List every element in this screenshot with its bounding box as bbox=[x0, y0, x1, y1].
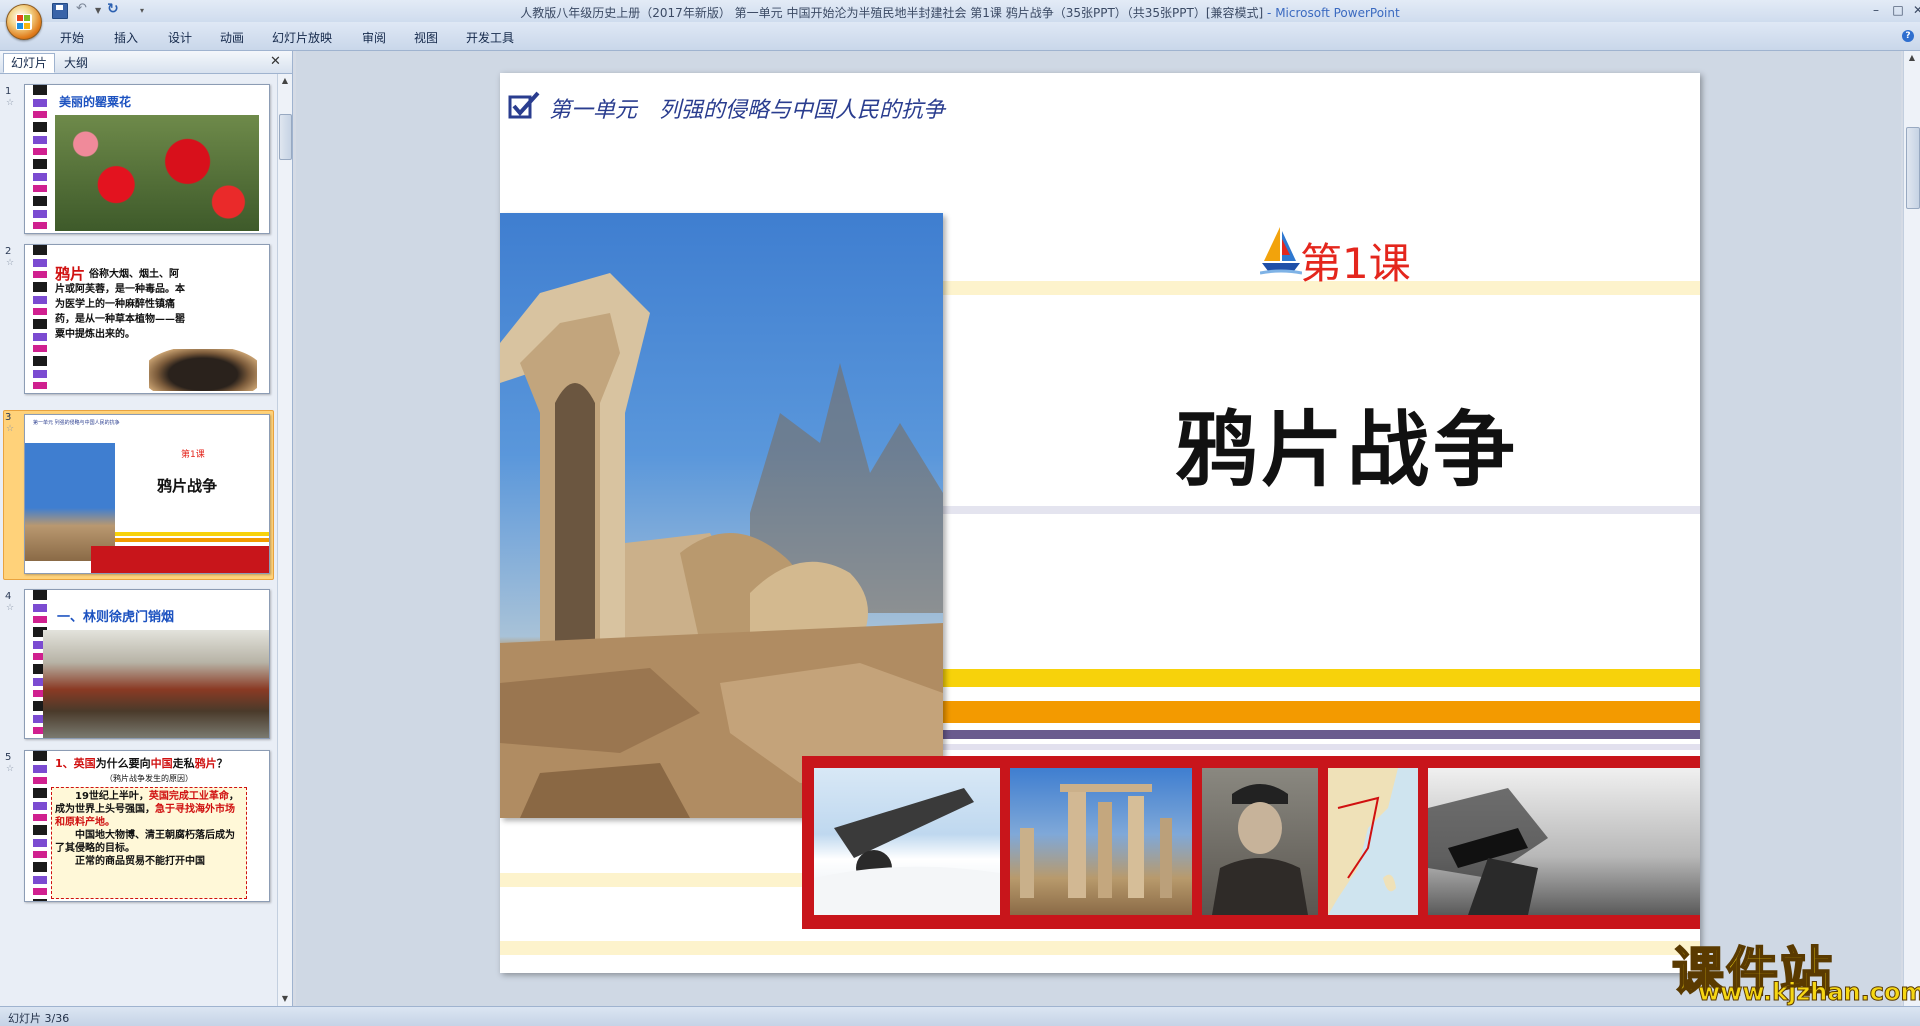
strip-photo-battle bbox=[1428, 768, 1700, 915]
battle-illustration bbox=[1428, 788, 1548, 915]
thumbnail-frame[interactable]: 美丽的罂粟花 bbox=[24, 84, 270, 234]
slides-panel: 幻灯片 大纲 ✕ 1 ☆ 美丽的罂粟花 2 ☆ 鸦片 俗称大烟、烟土、阿片或阿芙… bbox=[0, 51, 293, 1006]
panel-scrollbar[interactable]: ▲ ▼ bbox=[277, 74, 292, 1006]
slide-number: 1 bbox=[5, 86, 12, 97]
tab-slideshow[interactable]: 幻灯片放映 bbox=[272, 29, 332, 46]
tab-outline[interactable]: 大纲 bbox=[56, 53, 96, 73]
thumbnail-title: 美丽的罂粟花 bbox=[59, 95, 132, 109]
transition-star-icon: ☆ bbox=[6, 258, 15, 268]
minimize-button[interactable]: – bbox=[1864, 0, 1888, 20]
thumbnail-body: 俗称大烟、烟土、阿片或阿芙蓉，是一种毒品。本为医学上的一种麻醉性镇痛药，是从一种… bbox=[55, 269, 185, 340]
checkbox-icon bbox=[508, 91, 540, 119]
slide-counter: 幻灯片 3/36 bbox=[8, 1012, 70, 1025]
unit-heading: 第一单元 列强的侵略与中国人民的抗争 bbox=[549, 98, 946, 123]
strip-photo-map bbox=[1328, 768, 1418, 915]
scroll-up-icon[interactable]: ▲ bbox=[1906, 53, 1918, 62]
poppy-photo bbox=[55, 115, 259, 231]
thumbnail-title: 鸦片战争 bbox=[157, 477, 218, 495]
office-button[interactable] bbox=[6, 4, 42, 40]
map-illustration bbox=[1328, 768, 1418, 915]
thumbnail-frame[interactable]: 第一单元 列强的侵略与中国人民的抗争 第1课 鸦片战争 bbox=[24, 414, 270, 574]
thumbnail-band bbox=[115, 532, 269, 536]
tab-developer[interactable]: 开发工具 bbox=[466, 29, 514, 46]
lesson-number: 第1课 bbox=[1300, 239, 1411, 288]
tab-insert[interactable]: 插入 bbox=[114, 29, 138, 46]
scroll-thumb[interactable] bbox=[1906, 127, 1920, 209]
status-bar: 幻灯片 3/36 bbox=[0, 1006, 1920, 1026]
thumbnail-question: 1、英国为什么要向中国走私鸦片？ bbox=[55, 757, 228, 770]
help-icon[interactable]: ? bbox=[1902, 30, 1914, 42]
window-title: 人教版八年级历史上册（2017年新版） 第一单元 中国开始沦为半殖民地半封建社会… bbox=[520, 6, 1400, 20]
title-bar: ↶ ▼ ↻ ▾ 人教版八年级历史上册（2017年新版） 第一单元 中国开始沦为半… bbox=[0, 0, 1920, 40]
watermark-logo: 课件站 www.kjzhan.com bbox=[1671, 930, 1920, 1008]
thumbnail-slide-3[interactable]: 3 ☆ 第一单元 列强的侵略与中国人民的抗争 第1课 鸦片战争 bbox=[0, 410, 276, 585]
thumbnail-band bbox=[115, 538, 269, 542]
yuanmingyuan-ruins-photo bbox=[500, 213, 943, 818]
main-scrollbar[interactable]: ▲ bbox=[1903, 51, 1920, 1006]
thumbnail-subtitle: （鸦片战争发生的原因） bbox=[105, 774, 193, 783]
thumbnail-frame[interactable]: 鸦片 俗称大烟、烟土、阿片或阿芙蓉，是一种毒品。本为医学上的一种麻醉性镇痛药，是… bbox=[24, 244, 270, 394]
slide-number: 2 bbox=[5, 246, 12, 257]
office-logo-icon bbox=[16, 14, 32, 30]
tab-slides[interactable]: 幻灯片 bbox=[3, 53, 56, 73]
thumbnail-unit: 第一单元 列强的侵略与中国人民的抗争 bbox=[33, 420, 120, 426]
stripe-cream-bottom-2 bbox=[500, 941, 1700, 955]
opium-image bbox=[149, 349, 257, 391]
transition-star-icon: ☆ bbox=[6, 98, 15, 108]
transition-star-icon: ☆ bbox=[6, 764, 15, 774]
thumbnail-slide-5[interactable]: 5 ☆ 1、英国为什么要向中国走私鸦片？ （鸦片战争发生的原因） 19世纪上半叶… bbox=[0, 750, 276, 902]
scroll-down-icon[interactable]: ▼ bbox=[279, 992, 291, 1006]
thumbnail-list: 1 ☆ 美丽的罂粟花 2 ☆ 鸦片 俗称大烟、烟土、阿片或阿芙蓉，是一种毒品。本… bbox=[0, 74, 276, 1006]
film-strip-decoration bbox=[33, 751, 47, 901]
slide-title: 鸦片战争 bbox=[1175, 403, 1520, 498]
strip-photo-portrait bbox=[1202, 768, 1318, 915]
tab-review[interactable]: 审阅 bbox=[362, 29, 386, 46]
watermark-url: www.kjzhan.com bbox=[1697, 978, 1920, 1007]
photo-strip bbox=[802, 756, 1700, 929]
slide-number: 4 bbox=[5, 591, 12, 602]
strip-photo-ruins bbox=[1010, 768, 1192, 915]
film-strip-decoration bbox=[33, 245, 47, 393]
tab-view[interactable]: 视图 bbox=[414, 29, 438, 46]
thumbnail-title: 一、林则徐虎门销烟 bbox=[57, 610, 175, 625]
close-button[interactable]: ✕ bbox=[1906, 0, 1920, 20]
tab-design[interactable]: 设计 bbox=[168, 29, 192, 46]
transition-star-icon: ☆ bbox=[6, 424, 15, 434]
thumbnail-frame[interactable]: 1、英国为什么要向中国走私鸦片？ （鸦片战争发生的原因） 19世纪上半叶，英国完… bbox=[24, 750, 270, 902]
thumbnail-textbox: 19世纪上半叶，英国完成工业革命，成为世界上头号强国，急于寻找海外市场和原料产地… bbox=[51, 787, 247, 899]
transition-star-icon: ☆ bbox=[6, 603, 15, 613]
burning-opium-painting bbox=[43, 630, 269, 738]
thumbnail-photo bbox=[25, 443, 115, 561]
thumbnail-frame[interactable]: 一、林则徐虎门销烟 bbox=[24, 589, 270, 739]
scroll-thumb[interactable] bbox=[279, 114, 292, 160]
film-strip-decoration bbox=[33, 85, 47, 233]
thumbnail-lesson: 第1课 bbox=[181, 450, 205, 460]
scroll-up-icon[interactable]: ▲ bbox=[279, 74, 291, 88]
columns-illustration bbox=[1020, 784, 1172, 898]
slide-number: 3 bbox=[5, 412, 12, 423]
thumbnail-slide-1[interactable]: 1 ☆ 美丽的罂粟花 bbox=[0, 84, 276, 239]
ruins-illustration bbox=[500, 273, 943, 818]
thumbnail-slide-4[interactable]: 4 ☆ 一、林则徐虎门销烟 bbox=[0, 589, 276, 744]
slide-number: 5 bbox=[5, 752, 12, 763]
portrait-illustration bbox=[1212, 784, 1308, 915]
thumbnail-strip bbox=[91, 546, 269, 573]
cannon-illustration bbox=[814, 788, 1000, 915]
tab-home[interactable]: 开始 bbox=[60, 29, 84, 46]
panel-close-icon[interactable]: ✕ bbox=[270, 54, 281, 69]
current-slide[interactable]: 第一单元 列强的侵略与中国人民的抗争 第1课 鸦片战争 bbox=[500, 73, 1700, 973]
sailboat-icon bbox=[1260, 227, 1302, 275]
strip-photo-cannon bbox=[814, 768, 1000, 915]
ribbon-tabs: 开始 插入 设计 动画 幻灯片放映 审阅 视图 开发工具 ? bbox=[0, 22, 1920, 51]
tab-animation[interactable]: 动画 bbox=[220, 29, 244, 46]
thumbnail-slide-2[interactable]: 2 ☆ 鸦片 俗称大烟、烟土、阿片或阿芙蓉，是一种毒品。本为医学上的一种麻醉性镇… bbox=[0, 244, 276, 399]
panel-tabs: 幻灯片 大纲 ✕ bbox=[0, 51, 292, 74]
